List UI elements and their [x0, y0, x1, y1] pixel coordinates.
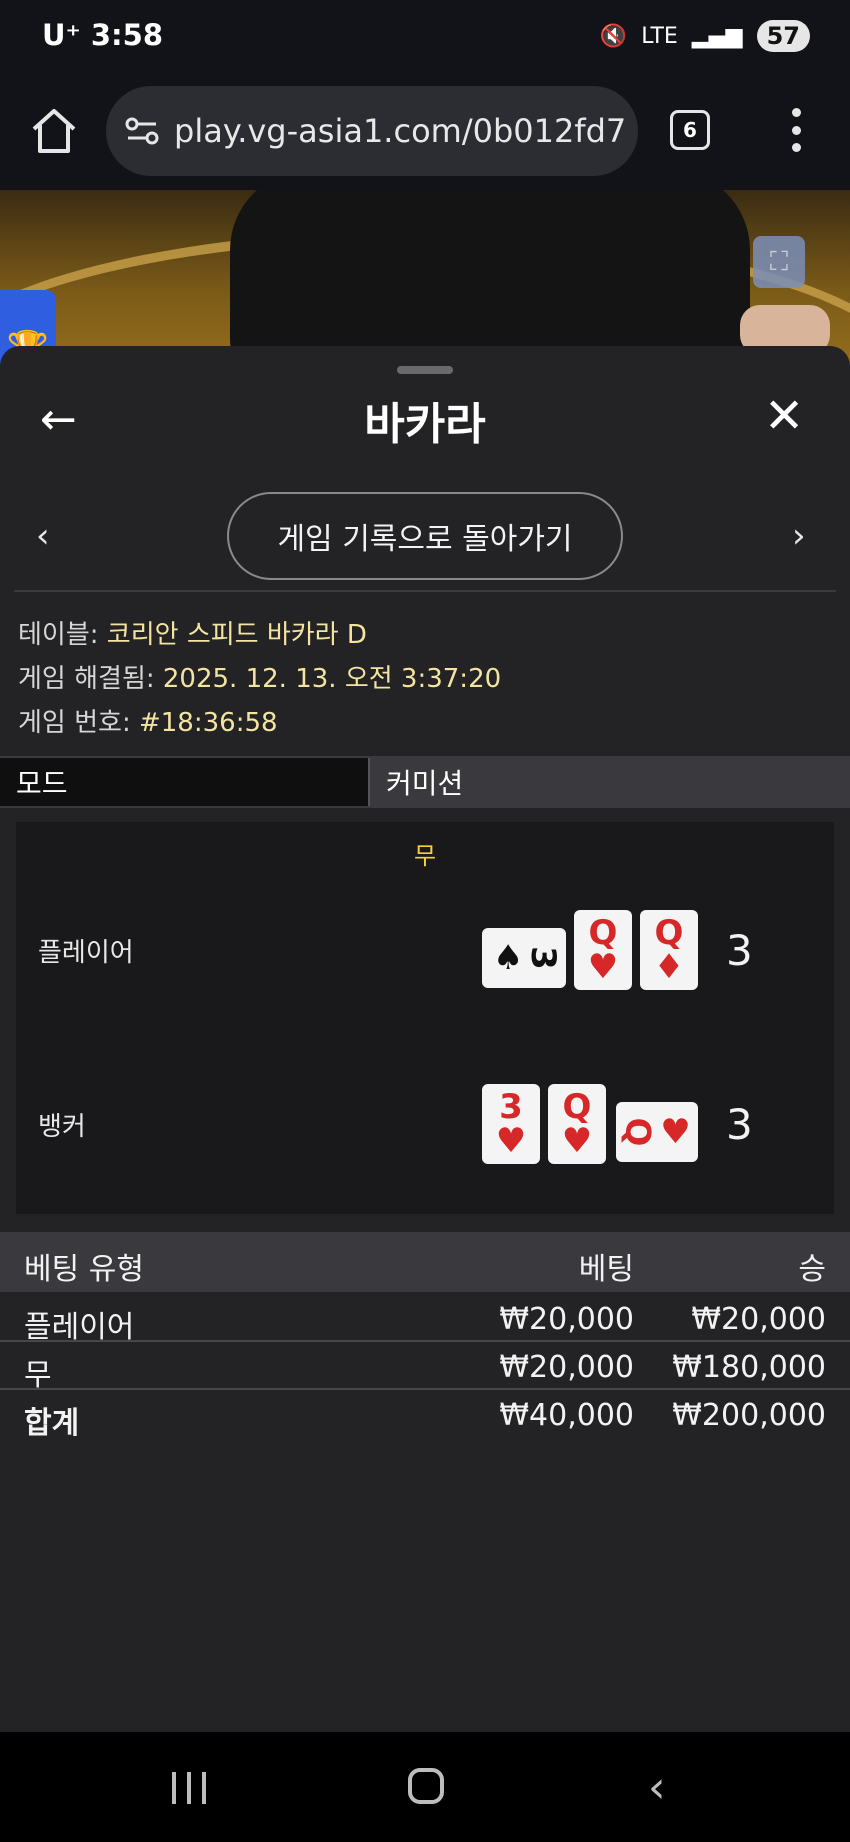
card-rank: 3: [523, 946, 564, 970]
card-suit: ♥: [587, 947, 619, 987]
fullscreen-icon[interactable]: ⛶: [753, 236, 805, 288]
table-info: 테이블: 코리안 스피드 바카라 D: [18, 614, 367, 651]
clock: 3:58: [90, 18, 163, 52]
total-label: 합계: [24, 1406, 80, 1441]
header-bet-type: 베팅 유형: [24, 1252, 144, 1287]
recent-apps-icon[interactable]: [172, 1772, 206, 1804]
card-suit: ♦: [653, 947, 685, 987]
resolved-info: 게임 해결됨: 2025. 12. 13. 오전 3:37:20: [18, 658, 501, 695]
playing-card: Q ♥: [548, 1084, 606, 1164]
bet-amount: ₩20,000: [499, 1350, 634, 1385]
card-suit: ♠: [492, 938, 524, 978]
table-row: 무 ₩20,000 ₩180,000: [0, 1342, 850, 1393]
drag-handle[interactable]: [397, 366, 453, 374]
battery-indicator: 57: [756, 20, 810, 52]
card-rank: Q: [562, 1087, 592, 1127]
back-to-history-button[interactable]: 게임 기록으로 돌아가기: [227, 492, 623, 580]
player-score: 3: [726, 926, 753, 975]
winner-label: 무: [413, 842, 437, 870]
totals-row: 합계 ₩40,000 ₩200,000: [0, 1390, 850, 1441]
mode-value: 커미션: [370, 758, 850, 806]
round-result: 무 플레이어 ♠ 3 Q ♥ Q ♦ 3 뱅커 3 ♥ Q ♥ Q ♥ 3: [16, 822, 834, 1214]
resolved-value: 2025. 12. 13. 오전 3:37:20: [162, 664, 502, 694]
tab-switcher-button[interactable]: 6: [670, 110, 710, 150]
banker-label: 뱅커: [38, 1112, 86, 1142]
bet-type: 플레이어: [24, 1310, 135, 1345]
url-text: play.vg-asia1.com/0b012fd7: [174, 112, 627, 150]
header-bet: 베팅: [578, 1252, 634, 1287]
site-settings-icon[interactable]: [124, 115, 160, 147]
table-label: 테이블:: [18, 620, 99, 650]
close-icon[interactable]: ✕: [764, 388, 804, 444]
mode-label: 모드: [0, 758, 370, 806]
network-label: LTE: [641, 23, 678, 49]
more-menu-icon[interactable]: [786, 108, 806, 152]
card-rank: Q: [617, 1117, 658, 1147]
card-suit: ♥: [561, 1121, 593, 1161]
home-nav-icon[interactable]: [408, 1768, 444, 1804]
card-rank: 3: [499, 1087, 523, 1127]
panel-title: 바카라: [364, 399, 486, 450]
playing-card: Q ♥: [616, 1102, 698, 1162]
card-suit: ♥: [660, 1112, 691, 1152]
playing-card: 3 ♥: [482, 1084, 540, 1164]
resolved-label: 게임 해결됨:: [18, 664, 155, 694]
address-bar[interactable]: play.vg-asia1.com/0b012fd7: [106, 86, 638, 176]
divider: [14, 590, 836, 592]
status-bar: U⁺ 3:58 🔇 LTE ▂▄▆ 57: [0, 0, 850, 80]
playing-card: Q ♥: [574, 910, 632, 990]
bet-amount: ₩20,000: [499, 1302, 634, 1337]
card-rank: Q: [654, 913, 684, 953]
win-amount: ₩180,000: [672, 1350, 826, 1385]
next-game-chevron-icon[interactable]: ›: [792, 516, 806, 556]
table-value: 코리안 스피드 바카라 D: [106, 620, 367, 650]
status-right: 🔇 LTE ▂▄▆ 57: [600, 20, 810, 52]
back-nav-icon[interactable]: ‹: [648, 1762, 666, 1813]
game-number-info: 게임 번호: #18:36:58: [18, 702, 278, 739]
game-number-label: 게임 번호:: [18, 708, 131, 738]
carrier-label: U⁺: [42, 18, 81, 52]
card-rank: Q: [588, 913, 618, 953]
playing-card: Q ♦: [640, 910, 698, 990]
status-left: U⁺ 3:58: [42, 18, 163, 52]
playing-card: ♠ 3: [482, 928, 566, 988]
bets-table-header: 베팅 유형 베팅 승: [0, 1232, 850, 1292]
banker-score: 3: [726, 1100, 753, 1149]
system-nav-bar: ‹: [0, 1732, 850, 1842]
total-win: ₩200,000: [672, 1398, 826, 1433]
mute-icon: 🔇: [599, 23, 628, 49]
table-row: 플레이어 ₩20,000 ₩20,000: [0, 1294, 850, 1345]
game-number-value: #18:36:58: [138, 708, 278, 738]
browser-toolbar: play.vg-asia1.com/0b012fd7 6: [0, 80, 850, 190]
mode-row: 모드 커미션: [0, 756, 850, 808]
game-history-panel: ← 바카라 ✕ ‹ 게임 기록으로 돌아가기 › 테이블: 코리안 스피드 바카…: [0, 346, 850, 1732]
signal-icon: ▂▄▆: [691, 23, 743, 49]
home-icon[interactable]: [28, 105, 80, 157]
previous-game-chevron-icon[interactable]: ‹: [36, 516, 50, 556]
header-win: 승: [798, 1252, 826, 1287]
player-label: 플레이어: [38, 938, 134, 968]
card-suit: ♥: [495, 1121, 527, 1161]
bet-type: 무: [24, 1358, 52, 1393]
win-amount: ₩20,000: [691, 1302, 826, 1337]
total-bet: ₩40,000: [499, 1398, 634, 1433]
